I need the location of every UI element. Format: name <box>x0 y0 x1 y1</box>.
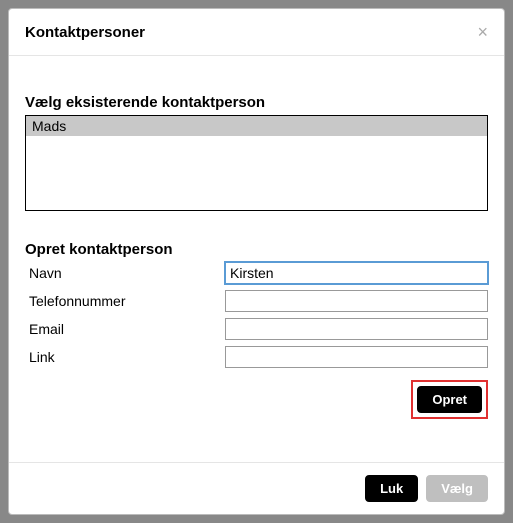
phone-label: Telefonnummer <box>25 293 225 309</box>
email-label: Email <box>25 321 225 337</box>
name-field[interactable] <box>225 262 488 284</box>
contacts-modal: Kontaktpersoner × Vælg eksisterende kont… <box>8 8 505 515</box>
create-contact-heading: Opret kontaktperson <box>25 241 488 258</box>
form-row-phone: Telefonnummer <box>25 290 488 312</box>
close-icon[interactable]: × <box>477 23 488 41</box>
modal-footer: Luk Vælg <box>9 462 504 514</box>
phone-field[interactable] <box>225 290 488 312</box>
name-label: Navn <box>25 265 225 281</box>
list-item[interactable]: Mads <box>26 116 487 136</box>
existing-contact-list[interactable]: Mads <box>25 115 488 211</box>
modal-header: Kontaktpersoner × <box>9 9 504 56</box>
form-row-link: Link <box>25 346 488 368</box>
link-label: Link <box>25 349 225 365</box>
link-field[interactable] <box>225 346 488 368</box>
select-button[interactable]: Vælg <box>426 475 488 502</box>
modal-body: Vælg eksisterende kontaktperson Mads Opr… <box>9 56 504 462</box>
create-button-highlight: Opret <box>411 380 488 419</box>
form-row-name: Navn <box>25 262 488 284</box>
create-contact-section: Opret kontaktperson Navn Telefonnummer E… <box>25 241 488 419</box>
modal-title: Kontaktpersoner <box>25 24 145 41</box>
email-field[interactable] <box>225 318 488 340</box>
create-button-wrapper: Opret <box>25 380 488 419</box>
form-row-email: Email <box>25 318 488 340</box>
create-button[interactable]: Opret <box>417 386 482 413</box>
existing-contact-heading: Vælg eksisterende kontaktperson <box>25 94 488 111</box>
close-button[interactable]: Luk <box>365 475 418 502</box>
